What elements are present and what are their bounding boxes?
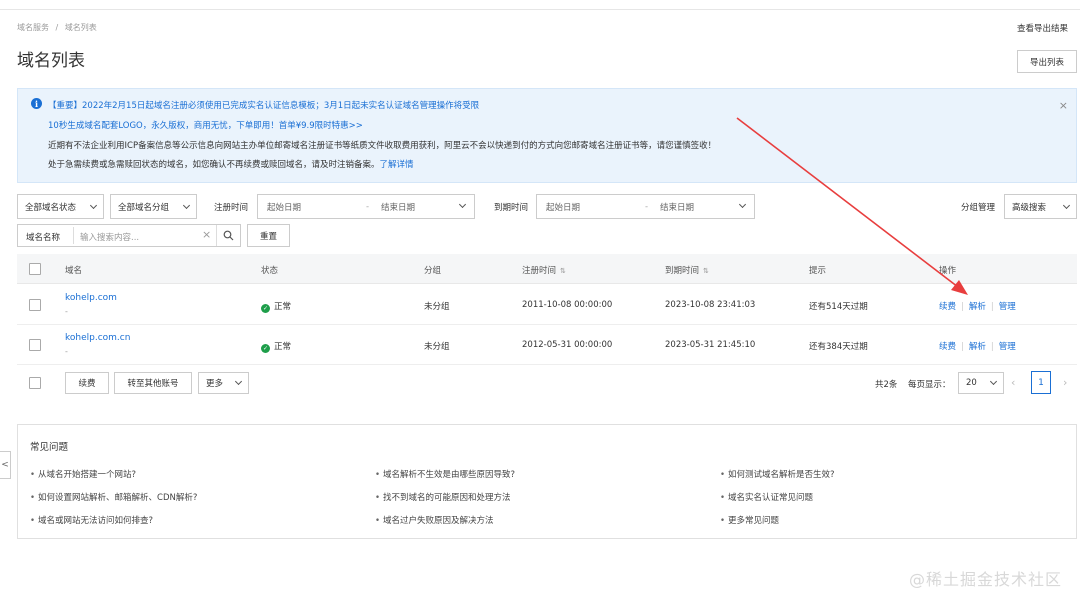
annotation-arrow-line: [736, 117, 959, 288]
annotation-arrow-head: [951, 280, 968, 295]
watermark: @稀土掘金技术社区: [908, 570, 1062, 589]
annotation-arrow-overlay: [736, 117, 968, 295]
